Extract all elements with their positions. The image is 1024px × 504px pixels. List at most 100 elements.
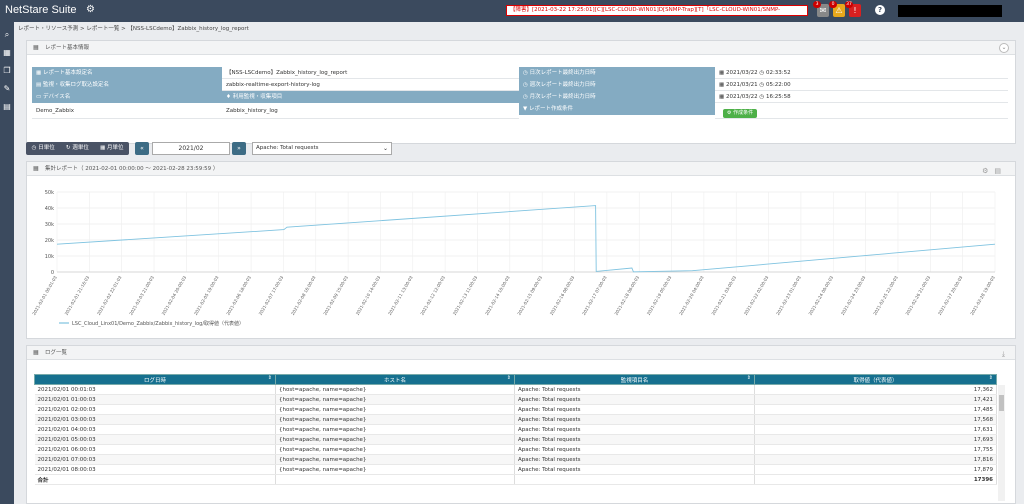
monitor-item-cell: Apache: Total requests — [514, 454, 755, 465]
period-input[interactable]: 2021/02 — [152, 142, 230, 155]
y-tick-label: 50k — [45, 190, 54, 196]
month-unit-button[interactable]: ▦ 月単位 — [95, 142, 129, 155]
host-name-cell: {host=apache, name=apache} — [275, 394, 515, 405]
monthly-output-value: ▦ 2021/03/22 ◷ 16:25:58 — [715, 91, 1008, 103]
app-title[interactable]: NetStare Suite — [5, 4, 77, 16]
col-monitor-item[interactable]: 監視項目名 ⇕ — [514, 374, 755, 385]
wrench-icon[interactable]: ✎ — [1, 82, 13, 95]
x-tick-label: 2021-02-24 23:00:03 — [840, 275, 867, 316]
collect-name-label: ▤ 監視・収集ログ取込設定名 — [32, 79, 222, 91]
table-row[interactable]: 2021/02/01 01:00:03 {host=apache, name=ap… — [34, 394, 997, 405]
x-tick-label: 2021-02-02 22:01:03 — [96, 275, 123, 316]
host-name-cell: {host=apache, name=apache} — [275, 454, 515, 465]
col-log-datetime[interactable]: ログ日時 ⇕ — [34, 374, 276, 385]
log-datetime-cell: 2021/02/01 00:01:03 — [34, 384, 276, 395]
col-host-name[interactable]: ホスト名 ⇕ — [275, 374, 515, 385]
total-empty-cell — [275, 474, 515, 485]
x-tick-label: 2021-02-23 01:00:03 — [775, 275, 802, 316]
table-row[interactable]: 2021/02/01 00:01:03 {host=apache, name=ap… — [34, 384, 997, 395]
log-datetime-cell: 2021/02/01 05:00:03 — [34, 434, 276, 445]
x-tick-label: 2021-02-21 03:00:03 — [711, 275, 738, 316]
document-icon[interactable]: ▤ — [1, 100, 13, 113]
table-row[interactable]: 2021/02/01 05:00:03 {host=apache, name=ap… — [34, 434, 997, 445]
chevron-down-icon: ⌄ — [382, 145, 388, 152]
next-period-button[interactable]: » — [232, 142, 246, 155]
sidebar: ⌕ ▦ ❐ ✎ ▤ — [0, 22, 14, 504]
total-label: 合計 — [34, 474, 276, 485]
log-list-header: ▦ ログ一覧 ⤓ — [27, 346, 1015, 360]
x-tick-label: 2021-02-07 17:00:03 — [258, 275, 285, 316]
condition-cell — [715, 103, 1008, 119]
weekly-output-label: ◷ 週次レポート最終出力日時 — [519, 79, 715, 91]
day-unit-button[interactable]: ◷ 日単位 — [26, 142, 60, 155]
chart-icon[interactable]: ▦ — [1, 46, 13, 59]
notification-badge: 3 — [813, 1, 821, 8]
copy-icon[interactable]: ❐ — [1, 64, 13, 77]
col-value[interactable]: 取得値（代表値） ⇕ — [754, 374, 997, 385]
host-name-cell: {host=apache, name=apache} — [275, 464, 515, 475]
table-scrollbar[interactable] — [998, 385, 1005, 501]
weekly-output-value: ▦ 2021/03/21 ◷ 05:22:00 — [715, 79, 1008, 91]
table-row[interactable]: 2021/02/01 02:00:03 {host=apache, name=ap… — [34, 404, 997, 415]
y-tick-label: 30k — [45, 222, 54, 228]
report-name-label: ▦ レポート基本設定名 — [32, 67, 222, 79]
monitor-item-cell: Apache: Total requests — [514, 404, 755, 415]
log-datetime-cell: 2021/02/01 07:00:03 — [34, 454, 276, 465]
device-label: ▭ デバイス名 — [32, 91, 222, 103]
aggregate-report-header: ▦ 集計レポート（ 2021-02-01 00:00:00 ～ 2021-02-… — [27, 162, 1015, 176]
x-tick-label: 2021-02-13 11:00:03 — [452, 275, 479, 316]
x-tick-label: 2021-02-18 06:00:03 — [614, 275, 641, 316]
daily-output-label: ◷ 日次レポート最終出力日時 — [519, 67, 715, 79]
x-tick-label: 2021-02-24 00:00:03 — [808, 275, 835, 316]
breadcrumb[interactable]: レポート・リソース予測 > レポート一覧 > 【NSS-LSCdemo】Zabb… — [18, 24, 249, 32]
week-unit-button[interactable]: ↻ 週単位 — [60, 142, 94, 155]
warning-icon[interactable]: ⚠ 0 — [829, 1, 845, 17]
alert-ticker[interactable]: 【障害】[2021-03-22 17:25:01][C][LSC-CLOUD-W… — [506, 5, 808, 16]
x-tick-label: 2021-02-08 16:00:03 — [290, 275, 317, 316]
series-line — [56, 205, 996, 273]
export-icon[interactable]: ▤ — [994, 167, 1007, 175]
create-condition-button[interactable]: ⚙ 作成条件 — [723, 109, 758, 118]
chart-tools: ⚙▤ — [982, 164, 1007, 178]
table-row[interactable]: 2021/02/01 03:00:03 {host=apache, name=ap… — [34, 414, 997, 425]
settings-gear-icon[interactable]: ⚙ — [86, 4, 95, 15]
daily-output-value: ▦ 2021/03/22 ◷ 02:33:52 — [715, 67, 1008, 79]
host-name-cell: {host=apache, name=apache} — [275, 404, 515, 415]
scrollbar-thumb[interactable] — [999, 395, 1004, 411]
x-tick-label: 2021-02-09 15:00:03 — [322, 275, 349, 316]
search-icon[interactable]: ⌕ — [1, 28, 13, 41]
user-menu[interactable] — [898, 5, 1002, 17]
sort-icon: ⇕ — [506, 375, 511, 381]
help-icon[interactable]: ? — [875, 5, 885, 15]
previous-period-button[interactable]: « — [135, 142, 149, 155]
notification-icon[interactable]: ✉ 3 — [813, 1, 829, 17]
top-bar: NetStare Suite ⚙ 【障害】[2021-03-22 17:25:0… — [0, 0, 1024, 22]
table-row[interactable]: 2021/02/01 07:00:03 {host=apache, name=ap… — [34, 454, 997, 465]
monitor-item-cell: Apache: Total requests — [514, 424, 755, 435]
host-name-cell: {host=apache, name=apache} — [275, 444, 515, 455]
settings-gear-icon[interactable]: ⚙ — [982, 167, 994, 175]
table-row[interactable]: 2021/02/01 08:00:03 {host=apache, name=ap… — [34, 464, 997, 475]
host-name-cell: {host=apache, name=apache} — [275, 424, 515, 435]
monthly-output-label: ◷ 月次レポート最終出力日時 — [519, 91, 715, 103]
table-row[interactable]: 2021/02/01 04:00:03 {host=apache, name=ap… — [34, 424, 997, 435]
error-icon[interactable]: ! 37 — [845, 1, 861, 17]
log-datetime-cell: 2021/02/01 02:00:03 — [34, 404, 276, 415]
x-tick-label: 2021-02-12 12:00:03 — [419, 275, 446, 316]
report-controls: ◷ 日単位 ↻ 週単位 ▦ 月単位 « 2021/02 » Apache: To… — [26, 142, 396, 156]
x-tick-label: 2021-02-11 13:00:03 — [387, 275, 414, 316]
table-row[interactable]: 2021/02/01 06:00:03 {host=apache, name=ap… — [34, 444, 997, 455]
x-tick-label: 2021-02-14 10:00:03 — [484, 275, 511, 316]
log-table-body: 2021/02/01 00:01:03 {host=apache, name=ap… — [34, 384, 997, 485]
monitor-item-cell: Apache: Total requests — [514, 414, 755, 425]
x-tick-label: 2021-02-25 22:00:03 — [872, 275, 899, 316]
host-name-cell: {host=apache, name=apache} — [275, 434, 515, 445]
value-cell: 17,362 — [754, 384, 997, 395]
collapse-chevron-icon[interactable]: ⌄ — [999, 43, 1009, 53]
report-name-value: 【NSS-LSCdemo】Zabbix_history_log_report — [222, 67, 519, 79]
monitor-item-select[interactable]: Apache: Total requests ⌄ — [252, 142, 392, 155]
legend-label: LSC_Cloud_Linx01/Demo_Zabbix/Zabbix_hist… — [72, 320, 244, 327]
value-cell: 17,485 — [754, 404, 997, 415]
x-tick-label: 2021-02-15 09:00:03 — [516, 275, 543, 316]
download-icon[interactable]: ⤓ — [1002, 347, 1005, 361]
